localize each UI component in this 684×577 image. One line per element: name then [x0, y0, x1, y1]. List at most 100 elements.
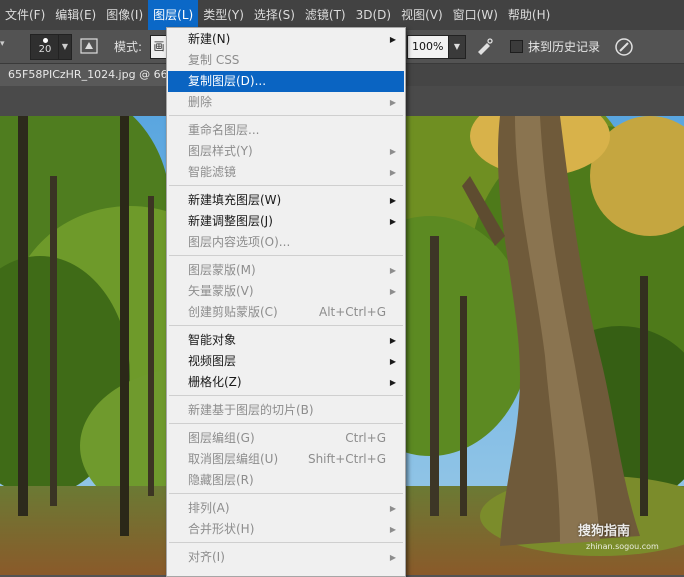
menu-item-shortcut: Alt+Ctrl+G [318, 305, 386, 319]
menubar-item-9[interactable]: 窗口(W) [448, 0, 503, 30]
menubar-item-5[interactable]: 选择(S) [249, 0, 300, 30]
layer-menu-item-12[interactable]: 创建剪贴蒙版(C) Alt+Ctrl+G [168, 302, 404, 323]
caret-down-icon: ▼ [61, 42, 69, 51]
menu-separator [169, 395, 403, 396]
menubar-item-4[interactable]: 类型(Y) [198, 0, 249, 30]
menu-item-label: 图层蒙版(M) [188, 263, 256, 277]
airbrush-icon[interactable] [475, 37, 495, 55]
brush-size-value: 20 [38, 44, 52, 55]
triangle-right-icon: ▶ [389, 168, 396, 177]
flow-dropdown[interactable]: ▼ [448, 35, 466, 59]
triangle-right-icon: ▶ [389, 525, 396, 534]
menubar-item-8[interactable]: 视图(V) [396, 0, 448, 30]
layer-menu-item-10[interactable]: 图层蒙版(M) ▶ [168, 260, 404, 281]
triangle-right-icon: ▶ [389, 553, 396, 562]
layer-menu-item-17[interactable]: 图层编组(G) Ctrl+G [168, 428, 404, 449]
triangle-right-icon: ▶ [389, 196, 396, 205]
triangle-right-icon: ▶ [389, 504, 396, 513]
menu-item-label: 重命名图层... [188, 123, 260, 137]
tool-preset-caret-icon[interactable]: ▾ [0, 39, 5, 49]
layer-menu-item-3[interactable]: 删除 ▶ [168, 92, 404, 113]
triangle-right-icon: ▶ [389, 287, 396, 296]
layer-menu-item-22[interactable]: 对齐(I) ▶ [168, 547, 404, 568]
layer-menu-item-4[interactable]: 重命名图层... [168, 120, 404, 141]
menubar-item-10[interactable]: 帮助(H) [503, 0, 555, 30]
menubar-item-1[interactable]: 编辑(E) [50, 0, 101, 30]
layer-menu-item-6[interactable]: 智能滤镜 ▶ [168, 162, 404, 183]
menu-item-label: 图层内容选项(O)... [188, 235, 291, 249]
menu-item-label: 排列(A) [188, 501, 230, 515]
layer-menu-item-20[interactable]: 排列(A) ▶ [168, 498, 404, 519]
menu-item-label: 新建调整图层(J) [188, 214, 273, 228]
menu-item-label: 矢量蒙版(V) [188, 284, 254, 298]
triangle-right-icon: ▶ [389, 98, 396, 107]
menu-item-label: 合并形状(H) [188, 522, 255, 536]
layer-menu-item-18[interactable]: 取消图层编组(U) Shift+Ctrl+G [168, 449, 404, 470]
layer-menu-item-19[interactable]: 隐藏图层(R) [168, 470, 404, 491]
menubar-item-7[interactable]: 3D(D) [351, 0, 396, 30]
menu-item-label: 删除 [188, 95, 213, 109]
brush-preset-picker[interactable]: 20 [30, 34, 60, 60]
layer-menu-item-1[interactable]: 复制 CSS [168, 50, 404, 71]
triangle-right-icon: ▶ [389, 336, 396, 345]
brush-panel-toggle-icon[interactable] [80, 37, 98, 55]
layer-menu-item-8[interactable]: 新建调整图层(J) ▶ [168, 211, 404, 232]
menu-item-label: 新建基于图层的切片(B) [188, 403, 314, 417]
layer-menu-item-5[interactable]: 图层样式(Y) ▶ [168, 141, 404, 162]
menu-separator [169, 542, 403, 543]
layer-menu-item-21[interactable]: 合并形状(H) ▶ [168, 519, 404, 540]
menubar-item-3[interactable]: 图层(L) [148, 0, 199, 30]
triangle-right-icon: ▶ [389, 217, 396, 226]
layer-menu-item-16[interactable]: 新建基于图层的切片(B) [168, 400, 404, 421]
menu-item-label: 新建(N) [188, 32, 231, 46]
layer-menu-item-2[interactable]: 复制图层(D)... [168, 71, 404, 92]
menu-item-label: 隐藏图层(R) [188, 473, 254, 487]
caret-down-icon: ▼ [453, 42, 461, 51]
menu-item-label: 栅格化(Z) [188, 375, 242, 389]
layer-menu-item-14[interactable]: 视频图层 ▶ [168, 351, 404, 372]
menu-separator [169, 423, 403, 424]
menu-item-label: 复制图层(D)... [188, 74, 267, 88]
layer-menu-dropdown: 新建(N) ▶ 复制 CSS 复制图层(D)... 删除 ▶ 重命名图层... 图层样式(Y)… [166, 27, 406, 577]
layer-menu-item-9[interactable]: 图层内容选项(O)... [168, 232, 404, 253]
layer-menu-item-15[interactable]: 栅格化(Z) ▶ [168, 372, 404, 393]
pressure-opacity-icon[interactable] [614, 37, 634, 57]
menu-item-label: 对齐(I) [188, 550, 225, 564]
menu-separator [169, 115, 403, 116]
menu-separator [169, 325, 403, 326]
menu-item-label: 创建剪贴蒙版(C) [188, 305, 278, 319]
triangle-right-icon: ▶ [389, 266, 396, 275]
menu-item-label: 复制 CSS [188, 53, 240, 67]
triangle-right-icon: ▶ [389, 35, 396, 44]
menu-item-shortcut: Ctrl+G [345, 431, 386, 445]
menubar-item-6[interactable]: 滤镜(T) [300, 0, 351, 30]
menu-item-label: 视频图层 [188, 354, 237, 368]
menu-item-label: 新建填充图层(W) [188, 193, 282, 207]
layer-menu-item-7[interactable]: 新建填充图层(W) ▶ [168, 190, 404, 211]
layer-menu-item-0[interactable]: 新建(N) ▶ [168, 29, 404, 50]
menu-item-label: 图层样式(Y) [188, 144, 253, 158]
menu-item-label: 智能滤镜 [188, 165, 237, 179]
layer-menu-item-13[interactable]: 智能对象 ▶ [168, 330, 404, 351]
menu-separator [169, 185, 403, 186]
erase-to-history-label: 抹到历史记录 [528, 40, 601, 54]
watermark-url: zhinan.sogou.com [586, 542, 659, 551]
triangle-right-icon: ▶ [389, 357, 396, 366]
menubar-item-2[interactable]: 图像(I) [101, 0, 148, 30]
menu-item-label: 图层编组(G) [188, 431, 255, 445]
document-tab[interactable]: 65F58PICzHR_1024.jpg @ 66 [0, 64, 178, 86]
menu-bar: 文件(F) 编辑(E) 图像(I) 图层(L) 类型(Y) 选择(S) 滤镜(T) 3D(D)… [0, 0, 684, 30]
brush-preset-dropdown[interactable]: ▼ [58, 34, 72, 60]
triangle-right-icon: ▶ [389, 147, 396, 156]
menu-item-label: 取消图层编组(U) [188, 452, 279, 466]
watermark-text: 搜狗指南 [578, 524, 631, 539]
brush-tip-icon [42, 38, 48, 43]
erase-to-history-checkbox[interactable] [510, 40, 523, 53]
triangle-right-icon: ▶ [389, 378, 396, 387]
menubar-item-0[interactable]: 文件(F) [0, 0, 50, 30]
menu-separator [169, 255, 403, 256]
layer-menu-item-11[interactable]: 矢量蒙版(V) ▶ [168, 281, 404, 302]
menu-item-shortcut: Shift+Ctrl+G [307, 452, 386, 466]
menu-item-label: 智能对象 [188, 333, 237, 347]
menu-separator [169, 493, 403, 494]
